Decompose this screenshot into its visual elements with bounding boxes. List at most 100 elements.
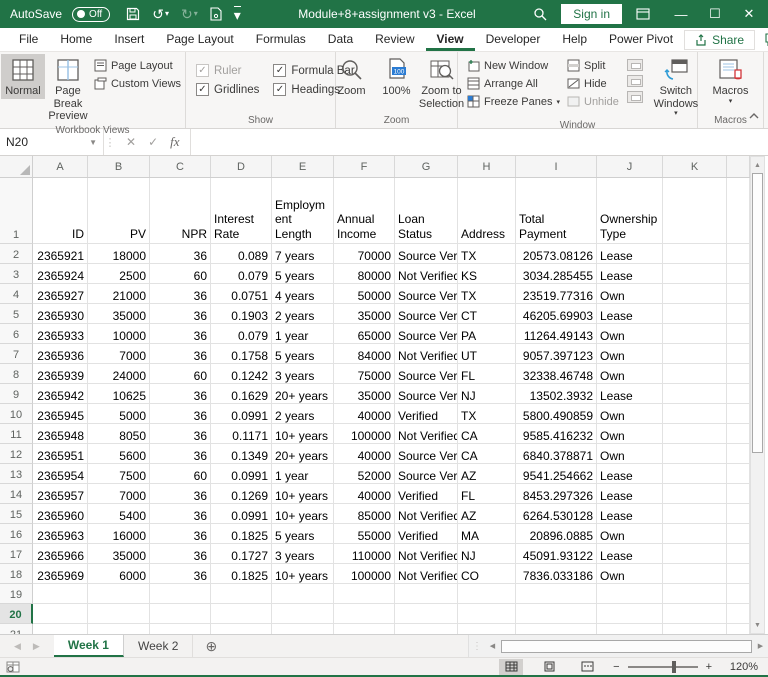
cell-F9[interactable]: 35000 (334, 384, 395, 404)
scroll-left-icon[interactable]: ◀ (485, 642, 500, 650)
cell-A15[interactable]: 2365960 (33, 504, 88, 524)
cell-L1[interactable] (727, 178, 750, 244)
cell-C15[interactable]: 36 (150, 504, 211, 524)
cell-C8[interactable]: 60 (150, 364, 211, 384)
cell-B13[interactable]: 7500 (88, 464, 150, 484)
horizontal-scrollbar[interactable]: ⋮ ◀ ▶ (468, 635, 768, 657)
tab-file[interactable]: File (8, 28, 49, 51)
ribbon-display-options-icon[interactable] (636, 8, 650, 20)
touch-mode-icon[interactable] (210, 7, 222, 21)
status-normal-view-button[interactable] (499, 658, 524, 675)
row-header-11[interactable]: 11 (0, 424, 33, 444)
cell-G7[interactable]: Not Verified (395, 344, 458, 364)
cell-L2[interactable] (727, 244, 750, 264)
column-header-D[interactable]: D (211, 156, 272, 177)
column-header-H[interactable]: H (458, 156, 516, 177)
cell-C6[interactable]: 36 (150, 324, 211, 344)
cell-A11[interactable]: 2365948 (33, 424, 88, 444)
cell-B10[interactable]: 5000 (88, 404, 150, 424)
cell-D1[interactable]: Interest Rate (211, 178, 272, 244)
cell-L21[interactable] (727, 624, 750, 634)
sheet-nav-left-icon[interactable]: ◀ (14, 641, 21, 652)
cell-I21[interactable] (516, 624, 597, 634)
cell-L10[interactable] (727, 404, 750, 424)
cell-J9[interactable]: Lease (597, 384, 663, 404)
zoom-slider-handle[interactable] (671, 660, 676, 673)
column-header-C[interactable]: C (150, 156, 211, 177)
cell-H1[interactable]: Address (458, 178, 516, 244)
cell-I19[interactable] (516, 584, 597, 604)
cell-D15[interactable]: 0.0991 (211, 504, 272, 524)
cell-B7[interactable]: 7000 (88, 344, 150, 364)
cell-C11[interactable]: 36 (150, 424, 211, 444)
column-header-B[interactable]: B (88, 156, 150, 177)
cell-A16[interactable]: 2365963 (33, 524, 88, 544)
cell-A8[interactable]: 2365939 (33, 364, 88, 384)
cell-K15[interactable] (663, 504, 727, 524)
macros-button[interactable]: Macros ▾ (707, 54, 753, 107)
column-header-I[interactable]: I (516, 156, 597, 177)
cell-H16[interactable]: MA (458, 524, 516, 544)
cell-A10[interactable]: 2365945 (33, 404, 88, 424)
cell-D4[interactable]: 0.0751 (211, 284, 272, 304)
cell-J21[interactable] (597, 624, 663, 634)
cell-F13[interactable]: 52000 (334, 464, 395, 484)
cell-F1[interactable]: Annual Income (334, 178, 395, 244)
cell-F4[interactable]: 50000 (334, 284, 395, 304)
cell-G18[interactable]: Not Verified (395, 564, 458, 584)
cell-G1[interactable]: Loan Status (395, 178, 458, 244)
cell-D10[interactable]: 0.0991 (211, 404, 272, 424)
cell-K16[interactable] (663, 524, 727, 544)
cell-C2[interactable]: 36 (150, 244, 211, 264)
cell-H19[interactable] (458, 584, 516, 604)
gridlines-checkbox[interactable]: ✓ Gridlines (196, 83, 259, 96)
cell-K9[interactable] (663, 384, 727, 404)
tab-home[interactable]: Home (49, 28, 103, 51)
cell-F18[interactable]: 100000 (334, 564, 395, 584)
cell-G3[interactable]: Not Verified (395, 264, 458, 284)
row-header-15[interactable]: 15 (0, 504, 33, 524)
cell-B14[interactable]: 7000 (88, 484, 150, 504)
cell-E15[interactable]: 10+ years (272, 504, 334, 524)
undo-button[interactable]: ↺ ▾ (152, 7, 169, 21)
cell-A12[interactable]: 2365951 (33, 444, 88, 464)
maximize-button[interactable]: ☐ (698, 6, 732, 22)
cell-F21[interactable] (334, 624, 395, 634)
cell-L11[interactable] (727, 424, 750, 444)
cell-K17[interactable] (663, 544, 727, 564)
cell-E9[interactable]: 20+ years (272, 384, 334, 404)
cell-K19[interactable] (663, 584, 727, 604)
cell-D2[interactable]: 0.089 (211, 244, 272, 264)
cell-G13[interactable]: Source Verified (395, 464, 458, 484)
cell-J2[interactable]: Lease (597, 244, 663, 264)
cell-F2[interactable]: 70000 (334, 244, 395, 264)
cell-A2[interactable]: 2365921 (33, 244, 88, 264)
horizontal-scroll-thumb[interactable] (501, 639, 752, 653)
row-header-20[interactable]: 20 (0, 604, 33, 624)
cell-A1[interactable]: ID (33, 178, 88, 244)
cell-A18[interactable]: 2365969 (33, 564, 88, 584)
new-sheet-button[interactable]: ⊕ (193, 635, 229, 657)
cell-J8[interactable]: Own (597, 364, 663, 384)
cell-E10[interactable]: 2 years (272, 404, 334, 424)
cell-B11[interactable]: 8050 (88, 424, 150, 444)
name-box-caret-icon[interactable]: ▼ (89, 138, 97, 147)
cell-I17[interactable]: 45091.93122 (516, 544, 597, 564)
cell-I16[interactable]: 20896.0885 (516, 524, 597, 544)
cell-G21[interactable] (395, 624, 458, 634)
column-header-F[interactable]: F (334, 156, 395, 177)
cell-I3[interactable]: 3034.285455 (516, 264, 597, 284)
cell-E3[interactable]: 5 years (272, 264, 334, 284)
cell-D21[interactable] (211, 624, 272, 634)
cell-B21[interactable] (88, 624, 150, 634)
row-header-12[interactable]: 12 (0, 444, 33, 464)
cell-D16[interactable]: 0.1825 (211, 524, 272, 544)
cell-I10[interactable]: 5800.490859 (516, 404, 597, 424)
row-header-21[interactable]: 21 (0, 624, 33, 634)
cell-L12[interactable] (727, 444, 750, 464)
cell-H10[interactable]: TX (458, 404, 516, 424)
zoom-button[interactable]: Zoom (330, 54, 374, 99)
cell-A9[interactable]: 2365942 (33, 384, 88, 404)
cell-G6[interactable]: Source Verified (395, 324, 458, 344)
row-header-4[interactable]: 4 (0, 284, 33, 304)
